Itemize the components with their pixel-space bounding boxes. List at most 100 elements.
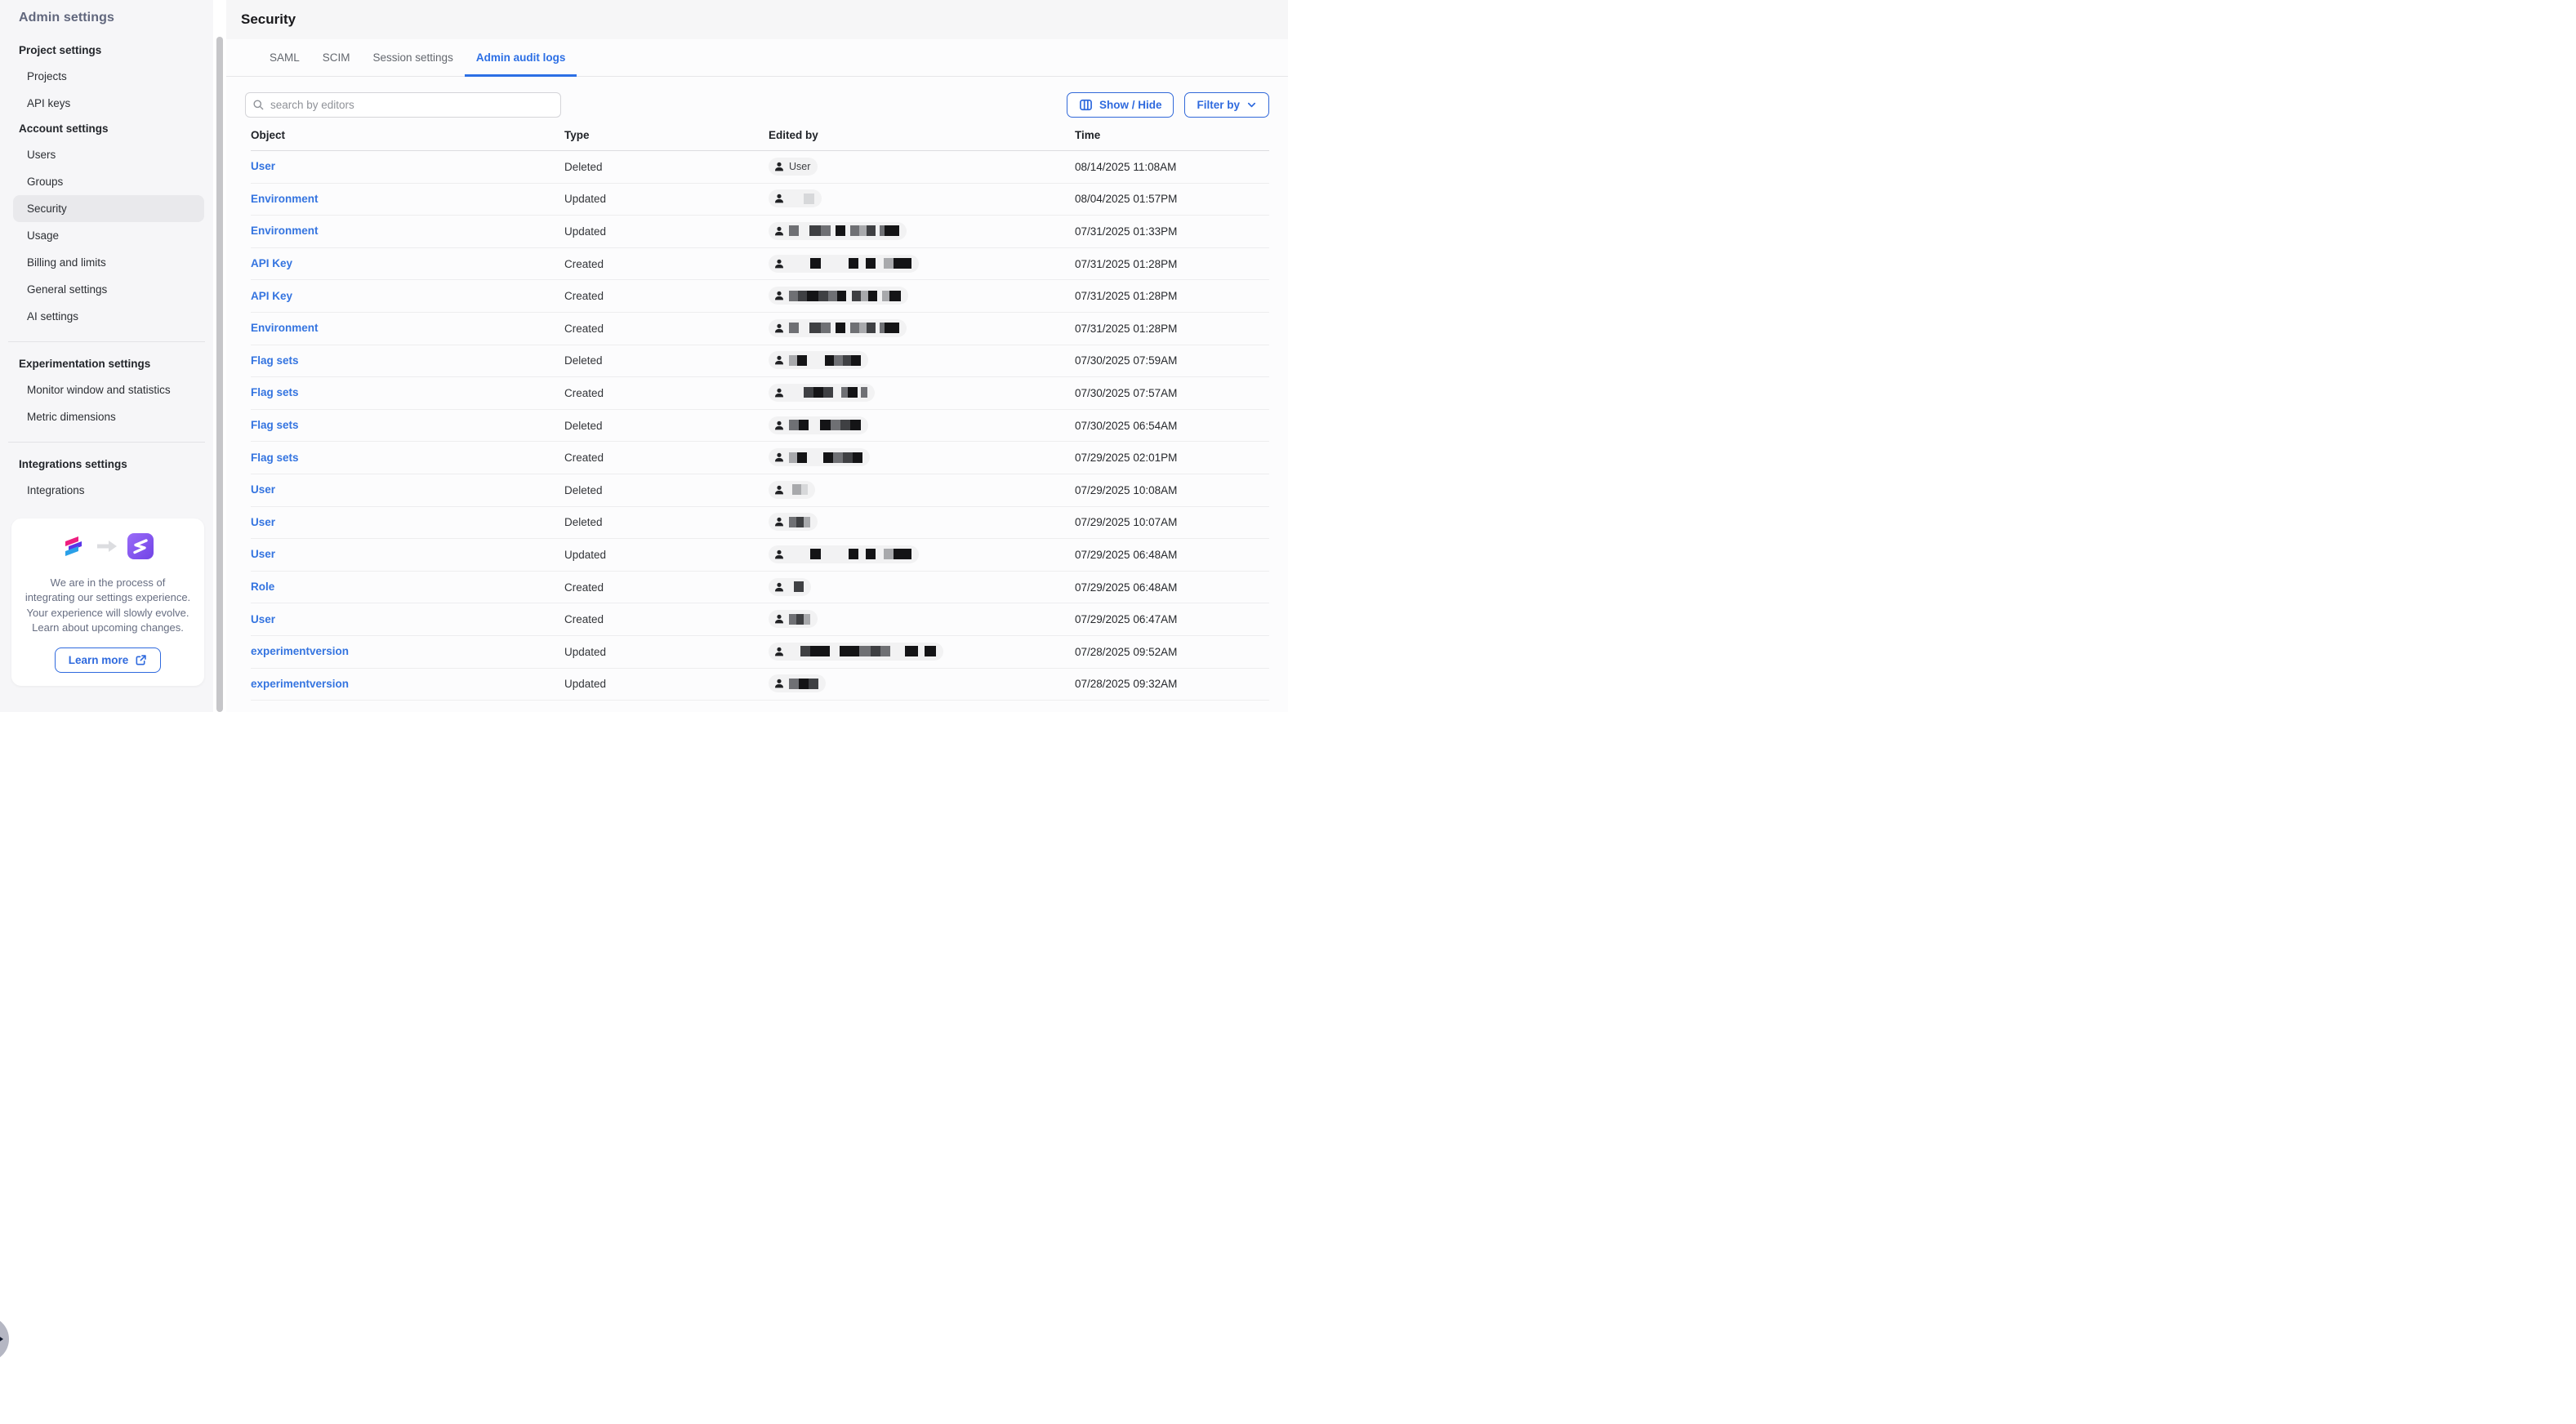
redaction-block — [849, 549, 858, 559]
sidebar-item-monitor-window-and-statistics[interactable]: Monitor window and statistics — [13, 376, 204, 403]
redaction-block — [789, 387, 804, 398]
redaction-block — [905, 646, 918, 656]
redaction-block — [882, 291, 889, 301]
object-cell: API Key — [251, 289, 564, 304]
table-row[interactable]: RoleCreated07/29/2025 06:48AM — [251, 572, 1269, 604]
redaction-block — [840, 646, 859, 656]
time-cell: 07/29/2025 06:48AM — [1075, 581, 1269, 594]
editor-badge — [769, 513, 818, 531]
object-link[interactable]: Flag sets — [251, 452, 299, 464]
sidebar-item-ai-settings[interactable]: AI settings — [13, 303, 204, 330]
object-cell: User — [251, 159, 564, 174]
type-cell: Deleted — [564, 484, 769, 496]
table-row[interactable]: Flag setsDeleted07/30/2025 07:59AM — [251, 345, 1269, 378]
column-header-edited-by: Edited by — [769, 129, 1075, 141]
time-cell: 07/30/2025 07:57AM — [1075, 387, 1269, 399]
object-link[interactable]: API Key — [251, 290, 292, 302]
table-row[interactable]: UserCreated07/29/2025 06:47AM — [251, 603, 1269, 636]
object-link[interactable]: User — [251, 160, 275, 172]
sidebar-item-general-settings[interactable]: General settings — [13, 276, 204, 303]
table-row[interactable]: EnvironmentUpdated07/31/2025 01:33PM — [251, 216, 1269, 248]
sidebar-item-api-keys[interactable]: API keys — [13, 90, 204, 117]
sidebar-item-groups[interactable]: Groups — [13, 168, 204, 195]
person-icon — [773, 420, 785, 431]
redaction-block — [804, 614, 810, 625]
redaction-block — [807, 452, 823, 463]
editor-badge — [769, 189, 822, 207]
table-row[interactable]: UserDeleted07/29/2025 10:08AM — [251, 474, 1269, 507]
person-icon — [773, 549, 785, 560]
time-cell: 08/04/2025 01:57PM — [1075, 193, 1269, 205]
object-link[interactable]: Environment — [251, 225, 319, 237]
redaction-block — [799, 679, 809, 689]
person-icon — [773, 452, 785, 463]
object-link[interactable]: API Key — [251, 257, 292, 269]
editor-badge — [769, 610, 818, 628]
tab-scim[interactable]: SCIM — [311, 39, 362, 77]
table-row[interactable]: experimentversion Updated 07/28/2025 09:52… — [251, 636, 1269, 669]
sidebar-item-metric-dimensions[interactable]: Metric dimensions — [13, 403, 204, 430]
sidebar-item-projects[interactable]: Projects — [13, 63, 204, 90]
time-cell: 07/28/2025 09:52AM — [1075, 646, 1269, 658]
sidebar-collapse-handle[interactable] — [0, 1316, 9, 1362]
sidebar-scrollbar-thumb[interactable] — [216, 37, 223, 712]
redaction-block — [821, 225, 831, 236]
table-row[interactable]: EnvironmentCreated07/31/2025 01:28PM — [251, 313, 1269, 345]
sidebar-item-security[interactable]: Security — [13, 195, 204, 222]
redaction-block — [840, 420, 850, 430]
table-row[interactable]: Flag setsCreated07/29/2025 02:01PM — [251, 442, 1269, 474]
promo-text: We are in the process of integrating our… — [23, 576, 193, 636]
table-row[interactable]: UserDeleted07/29/2025 10:07AM — [251, 507, 1269, 540]
object-link[interactable]: User — [251, 548, 275, 560]
sidebar-item-billing-and-limits[interactable]: Billing and limits — [13, 249, 204, 276]
table-row[interactable]: EnvironmentUpdated08/04/2025 01:57PM — [251, 184, 1269, 216]
redaction-block — [858, 258, 866, 269]
editor-badge — [769, 351, 868, 369]
table-row[interactable]: UserUpdated07/29/2025 06:48AM — [251, 539, 1269, 572]
object-link[interactable]: Role — [251, 581, 274, 593]
redacted-editor-name — [789, 549, 911, 559]
editor-badge — [769, 319, 907, 337]
object-link[interactable]: Flag sets — [251, 419, 299, 431]
redaction-block — [867, 323, 876, 333]
sidebar-item-usage[interactable]: Usage — [13, 222, 204, 249]
audit-log-table: ObjectTypeEdited byTime UserDeletedUser0… — [251, 129, 1269, 712]
tab-saml[interactable]: SAML — [258, 39, 311, 77]
table-row[interactable]: Flag setsCreated07/30/2025 07:57AM — [251, 377, 1269, 410]
table-row[interactable]: API KeyCreated07/31/2025 01:28PM — [251, 280, 1269, 313]
tab-session-settings[interactable]: Session settings — [362, 39, 465, 77]
type-cell: Updated — [564, 646, 769, 658]
redaction-block — [918, 646, 925, 656]
object-link[interactable]: experimentversion — [251, 645, 349, 657]
sidebar-item-users[interactable]: Users — [13, 141, 204, 168]
object-link[interactable]: Environment — [251, 193, 319, 205]
tab-admin-audit-logs[interactable]: Admin audit logs — [465, 39, 577, 77]
redaction-block — [789, 323, 799, 333]
person-icon — [773, 678, 785, 689]
redaction-block — [884, 258, 894, 269]
filter-by-button[interactable]: Filter by — [1184, 92, 1269, 118]
redaction-block — [836, 323, 845, 333]
sidebar-section-experimentation-settings: Experimentation settings — [0, 352, 213, 376]
object-link[interactable]: Flag sets — [251, 354, 299, 367]
page-title: Security — [241, 11, 296, 28]
object-link[interactable]: Environment — [251, 322, 319, 334]
object-cell: Flag sets — [251, 354, 564, 368]
object-link[interactable]: User — [251, 613, 275, 625]
redaction-block — [823, 452, 833, 463]
object-link[interactable]: User — [251, 483, 275, 496]
table-row[interactable]: experimentversionUpdated07/28/2025 09:32… — [251, 669, 1269, 701]
table-row[interactable]: Flag setsDeleted07/30/2025 06:54AM — [251, 410, 1269, 443]
learn-more-button[interactable]: Learn more — [55, 647, 162, 673]
object-link[interactable]: Flag sets — [251, 386, 299, 398]
redaction-block — [836, 225, 845, 236]
object-link[interactable]: User — [251, 516, 275, 528]
time-cell: 07/31/2025 01:28PM — [1075, 258, 1269, 270]
table-row[interactable]: API KeyCreated07/31/2025 01:28PM — [251, 248, 1269, 281]
show-hide-columns-button[interactable]: Show / Hide — [1067, 92, 1174, 118]
table-row[interactable]: UserDeletedUser08/14/2025 11:08AM — [251, 151, 1269, 184]
sidebar-item-integrations[interactable]: Integrations — [13, 477, 204, 504]
redaction-block — [810, 549, 821, 559]
object-link[interactable]: experimentversion — [251, 678, 349, 690]
search-input[interactable] — [245, 92, 561, 118]
